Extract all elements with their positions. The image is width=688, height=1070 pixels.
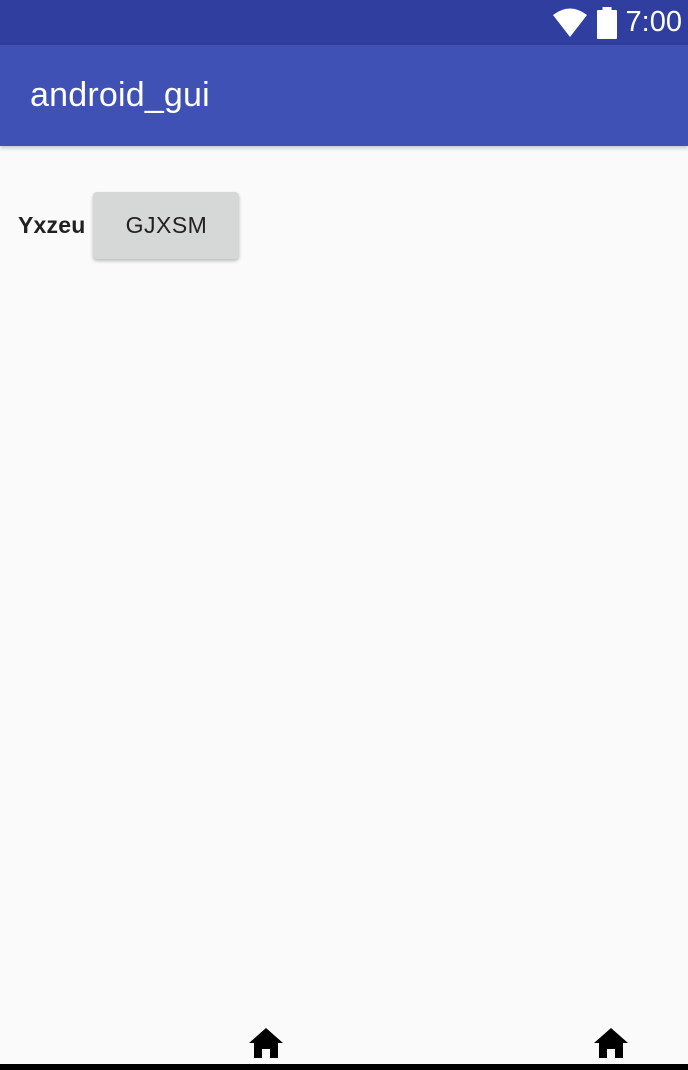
navigation-bar-edge bbox=[0, 1064, 688, 1070]
gjxsm-button[interactable]: GJXSM bbox=[93, 192, 240, 259]
home-icon[interactable] bbox=[248, 1026, 284, 1060]
yxzeu-label: Yxzeu bbox=[18, 212, 86, 238]
battery-icon bbox=[596, 6, 618, 39]
home-icon[interactable] bbox=[593, 1026, 629, 1060]
app-bar: android_gui bbox=[0, 45, 688, 146]
app-title: android_gui bbox=[30, 76, 210, 114]
status-bar: 7:00 bbox=[0, 0, 688, 45]
screen: 7:00 android_gui Yxzeu GJXSM bbox=[0, 0, 688, 1070]
status-time: 7:00 bbox=[625, 6, 682, 38]
wifi-icon bbox=[552, 8, 588, 38]
content-row: Yxzeu GJXSM bbox=[18, 192, 240, 259]
